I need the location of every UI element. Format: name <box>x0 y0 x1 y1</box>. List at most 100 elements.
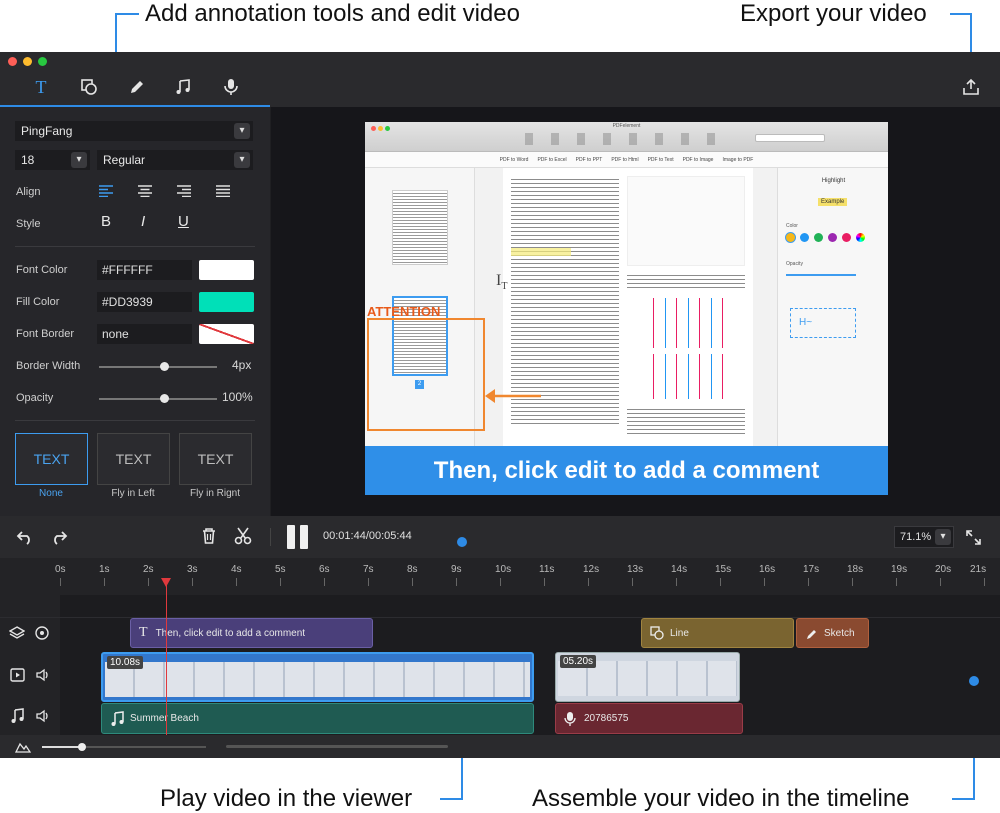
animation-fly-right-label: Fly in Rignt <box>189 488 240 499</box>
tab-voice[interactable] <box>218 74 244 100</box>
ruler-tick <box>720 578 721 586</box>
undo-icon[interactable] <box>16 529 34 545</box>
font-border-swatch[interactable] <box>199 324 254 344</box>
tab-shapes[interactable] <box>76 74 102 100</box>
align-left-icon[interactable] <box>99 185 113 197</box>
speaker-icon[interactable] <box>35 668 50 682</box>
ruler-tick <box>500 578 501 586</box>
music-note-icon[interactable] <box>10 708 24 724</box>
opacity-label: Opacity <box>16 392 54 404</box>
video-viewer[interactable]: PDFelement PDF to Word PDF to Excel PDF to… <box>271 107 1000 516</box>
align-center-icon[interactable] <box>138 185 152 197</box>
fill-color-input[interactable]: #DD3939 <box>97 292 192 312</box>
visibility-icon[interactable] <box>35 626 49 640</box>
bold-button[interactable]: B <box>101 213 111 230</box>
italic-button[interactable]: I <box>141 213 145 230</box>
slider-knob[interactable] <box>159 394 169 403</box>
ruler-label: 13s <box>627 564 644 575</box>
preview-titlebar: PDFelement <box>365 122 888 152</box>
align-label: Align <box>16 186 41 198</box>
voice-clip-label: 20786575 <box>584 713 629 724</box>
opacity-slider[interactable] <box>99 394 217 403</box>
playhead-line[interactable] <box>165 579 167 735</box>
border-width-slider[interactable] <box>99 362 217 371</box>
ruler-label: 3s <box>187 564 198 575</box>
timeline-tracks: T Then, click edit to add a comment Line… <box>0 595 1000 735</box>
zoom-select[interactable]: 71.1% ▾ <box>894 526 954 548</box>
slider-knob[interactable] <box>159 362 169 371</box>
font-family-select[interactable]: PingFang ▾ <box>15 121 253 141</box>
export-button[interactable] <box>958 74 984 100</box>
trash-icon[interactable] <box>201 527 217 545</box>
font-size-value: 18 <box>21 153 35 167</box>
comment-banner: Then, click edit to add a comment <box>365 446 888 495</box>
fill-color-swatch[interactable] <box>199 292 254 312</box>
font-color-input[interactable]: #FFFFFF <box>97 260 192 280</box>
redo-icon[interactable] <box>50 529 68 545</box>
tab-music[interactable] <box>170 74 196 100</box>
callout-timeline: Assemble your video in the timeline <box>532 785 910 812</box>
ruler-label: 0s <box>55 564 66 575</box>
ruler-label: 18s <box>847 564 864 575</box>
line-annotation-clip[interactable]: Line <box>641 618 794 648</box>
slider-knob[interactable] <box>78 743 86 751</box>
font-weight-value: Regular <box>103 153 146 167</box>
ruler-label: 5s <box>275 564 286 575</box>
pointer-arrow <box>485 389 541 403</box>
color-dot <box>786 233 795 242</box>
timeline-zoom-slider[interactable] <box>42 743 206 751</box>
zoom-slider-fill <box>42 746 82 748</box>
conversion-item: PDF to Image <box>682 156 714 163</box>
align-justify-icon[interactable] <box>216 185 230 197</box>
ruler-tick <box>632 578 633 586</box>
voice-clip[interactable]: 20786575 <box>555 703 743 734</box>
text-tool-icon: T <box>35 76 47 97</box>
playback-controls: 00:01:44/00:05:44 71.1% ▾ <box>0 516 1000 558</box>
ruler-label: 2s <box>143 564 154 575</box>
callout-line <box>440 798 463 800</box>
tab-sketch[interactable] <box>124 74 150 100</box>
font-color-swatch[interactable] <box>199 260 254 280</box>
video-clip-duration: 05.20s <box>560 655 597 668</box>
zoom-window-button[interactable] <box>38 57 47 66</box>
minimize-window-button[interactable] <box>23 57 32 66</box>
animation-preview-text: TEXT <box>197 451 234 467</box>
speaker-icon[interactable] <box>35 709 50 723</box>
playback-time: 00:01:44/00:05:44 <box>323 530 412 542</box>
timeline-ruler[interactable]: 0s 1s 2s 3s 4s 5s 6s 7s 8s 9s 10s 11s 12s 13s 14s 15s 16… <box>0 558 1000 595</box>
fullscreen-icon[interactable] <box>966 530 981 545</box>
tab-text[interactable]: T <box>28 74 54 100</box>
font-border-input[interactable]: none <box>97 324 192 344</box>
microphone-icon <box>564 711 576 726</box>
callout-dot <box>457 537 467 547</box>
ruler-tick <box>236 578 237 586</box>
animation-fly-right-button[interactable]: TEXT <box>179 433 252 485</box>
video-clip[interactable]: 05.20s <box>555 652 740 702</box>
close-window-button[interactable] <box>8 57 17 66</box>
animation-fly-left-button[interactable]: TEXT <box>97 433 170 485</box>
color-dot <box>828 233 837 242</box>
sidebar-title: Highlight <box>821 178 846 184</box>
scissors-icon[interactable] <box>234 527 252 545</box>
layers-icon[interactable] <box>9 626 25 640</box>
page-figure-2 <box>643 298 733 348</box>
ruler-tick <box>588 578 589 586</box>
page-figure-3 <box>643 354 733 399</box>
pause-button[interactable] <box>287 525 309 549</box>
line-clip-label: Line <box>670 627 689 639</box>
underline-button[interactable]: U <box>178 213 189 230</box>
ruler-tick <box>852 578 853 586</box>
ruler-label: 4s <box>231 564 242 575</box>
color-dot <box>800 233 809 242</box>
video-track-icon[interactable] <box>10 668 25 682</box>
conversion-item: PDF to Html <box>611 156 639 163</box>
conversion-item: PDF to Text <box>647 156 674 163</box>
align-right-icon[interactable] <box>177 185 191 197</box>
timeline-scrollbar[interactable] <box>226 745 448 748</box>
font-weight-select[interactable]: Regular ▾ <box>97 150 253 170</box>
font-size-select[interactable]: 18 ▾ <box>15 150 90 170</box>
animation-none-button[interactable]: TEXT <box>15 433 88 485</box>
ruler-label: 7s <box>363 564 374 575</box>
sketch-annotation-clip[interactable]: Sketch <box>796 618 869 648</box>
preview-thumbnail-pane: 2 ATTENTION <box>365 168 485 448</box>
